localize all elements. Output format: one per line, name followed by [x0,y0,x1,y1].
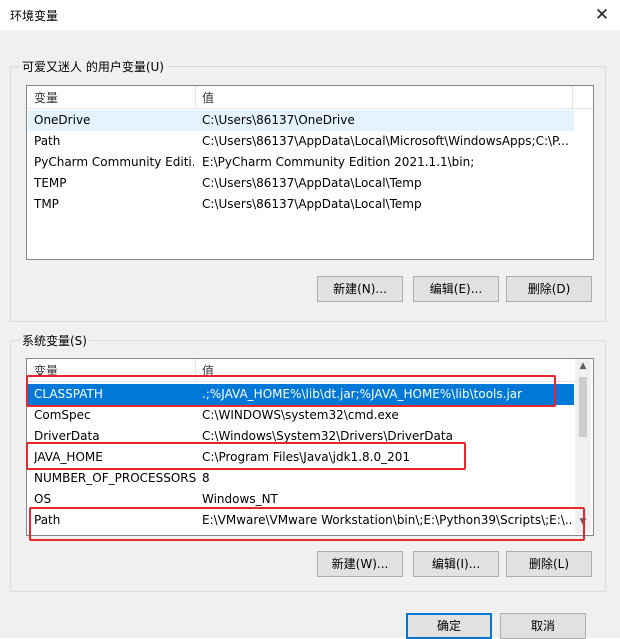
window-title: 环境变量 [10,9,59,23]
var-value: Windows_NT [202,492,278,506]
list-item[interactable]: PyCharm Community Editi... E:\PyCharm Co… [28,152,574,173]
var-name: OS [34,492,52,506]
var-value: C:\Users\86137\AppData\Local\Temp [202,197,422,211]
var-name: DriverData [34,429,100,443]
column-divider[interactable] [572,86,573,108]
sys-edit-button[interactable]: 编辑(I)... [413,551,499,577]
user-edit-button[interactable]: 编辑(E)... [413,276,499,302]
close-icon[interactable]: ✕ [592,5,612,25]
list-item[interactable]: Path C:\Users\86137\AppData\Local\Micros… [28,131,574,152]
ok-button[interactable]: 确定 [406,613,492,639]
var-value: C:\Users\86137\AppData\Local\Microsoft\W… [202,134,569,148]
column-header-name[interactable]: 变量 [34,89,58,106]
var-name: TEMP [34,176,67,190]
user-delete-button[interactable]: 删除(D) [506,276,592,302]
cancel-button[interactable]: 取消 [500,613,586,639]
user-vars-group-label: 可爱又迷人 的用户变量(U) [20,58,166,75]
var-name: TMP [34,197,59,211]
var-name: OneDrive [34,113,91,127]
var-value: E:\PyCharm Community Edition 2021.1.1\bi… [202,155,475,169]
highlight-box-path [29,507,585,541]
user-new-button[interactable]: 新建(N)... [317,276,403,302]
sys-new-button[interactable]: 新建(W)... [317,551,403,577]
scrollbar-thumb[interactable] [579,377,587,437]
list-item[interactable]: ComSpec C:\WINDOWS\system32\cmd.exe [28,405,574,426]
var-value: 8 [202,471,210,485]
var-value: C:\Users\86137\OneDrive [202,113,355,127]
user-vars-header: 变量 值 [27,86,593,109]
sys-delete-button[interactable]: 删除(L) [506,551,592,577]
highlight-box-classpath [26,375,556,407]
var-name: PyCharm Community Editi... [34,155,194,169]
title-bar [0,0,620,30]
user-vars-list[interactable]: 变量 值 OneDrive C:\Users\86137\OneDrive Pa… [26,85,594,260]
list-item[interactable]: NUMBER_OF_PROCESSORS 8 [28,468,574,489]
var-name: ComSpec [34,408,91,422]
column-header-value[interactable]: 值 [202,89,214,106]
highlight-box-java-home [26,442,466,470]
sys-vars-group-label: 系统变量(S) [20,332,89,349]
var-name: Path [34,134,61,148]
var-value: C:\Users\86137\AppData\Local\Temp [202,176,422,190]
column-divider[interactable] [195,86,196,108]
var-name: NUMBER_OF_PROCESSORS [34,471,197,485]
var-value: C:\Windows\System32\Drivers\DriverData [202,429,453,443]
list-item[interactable]: OneDrive C:\Users\86137\OneDrive [28,110,574,131]
list-item[interactable]: TMP C:\Users\86137\AppData\Local\Temp [28,194,574,215]
list-item[interactable]: TEMP C:\Users\86137\AppData\Local\Temp [28,173,574,194]
var-value: C:\WINDOWS\system32\cmd.exe [202,408,399,422]
scroll-up-icon[interactable]: ▲ [576,361,590,371]
